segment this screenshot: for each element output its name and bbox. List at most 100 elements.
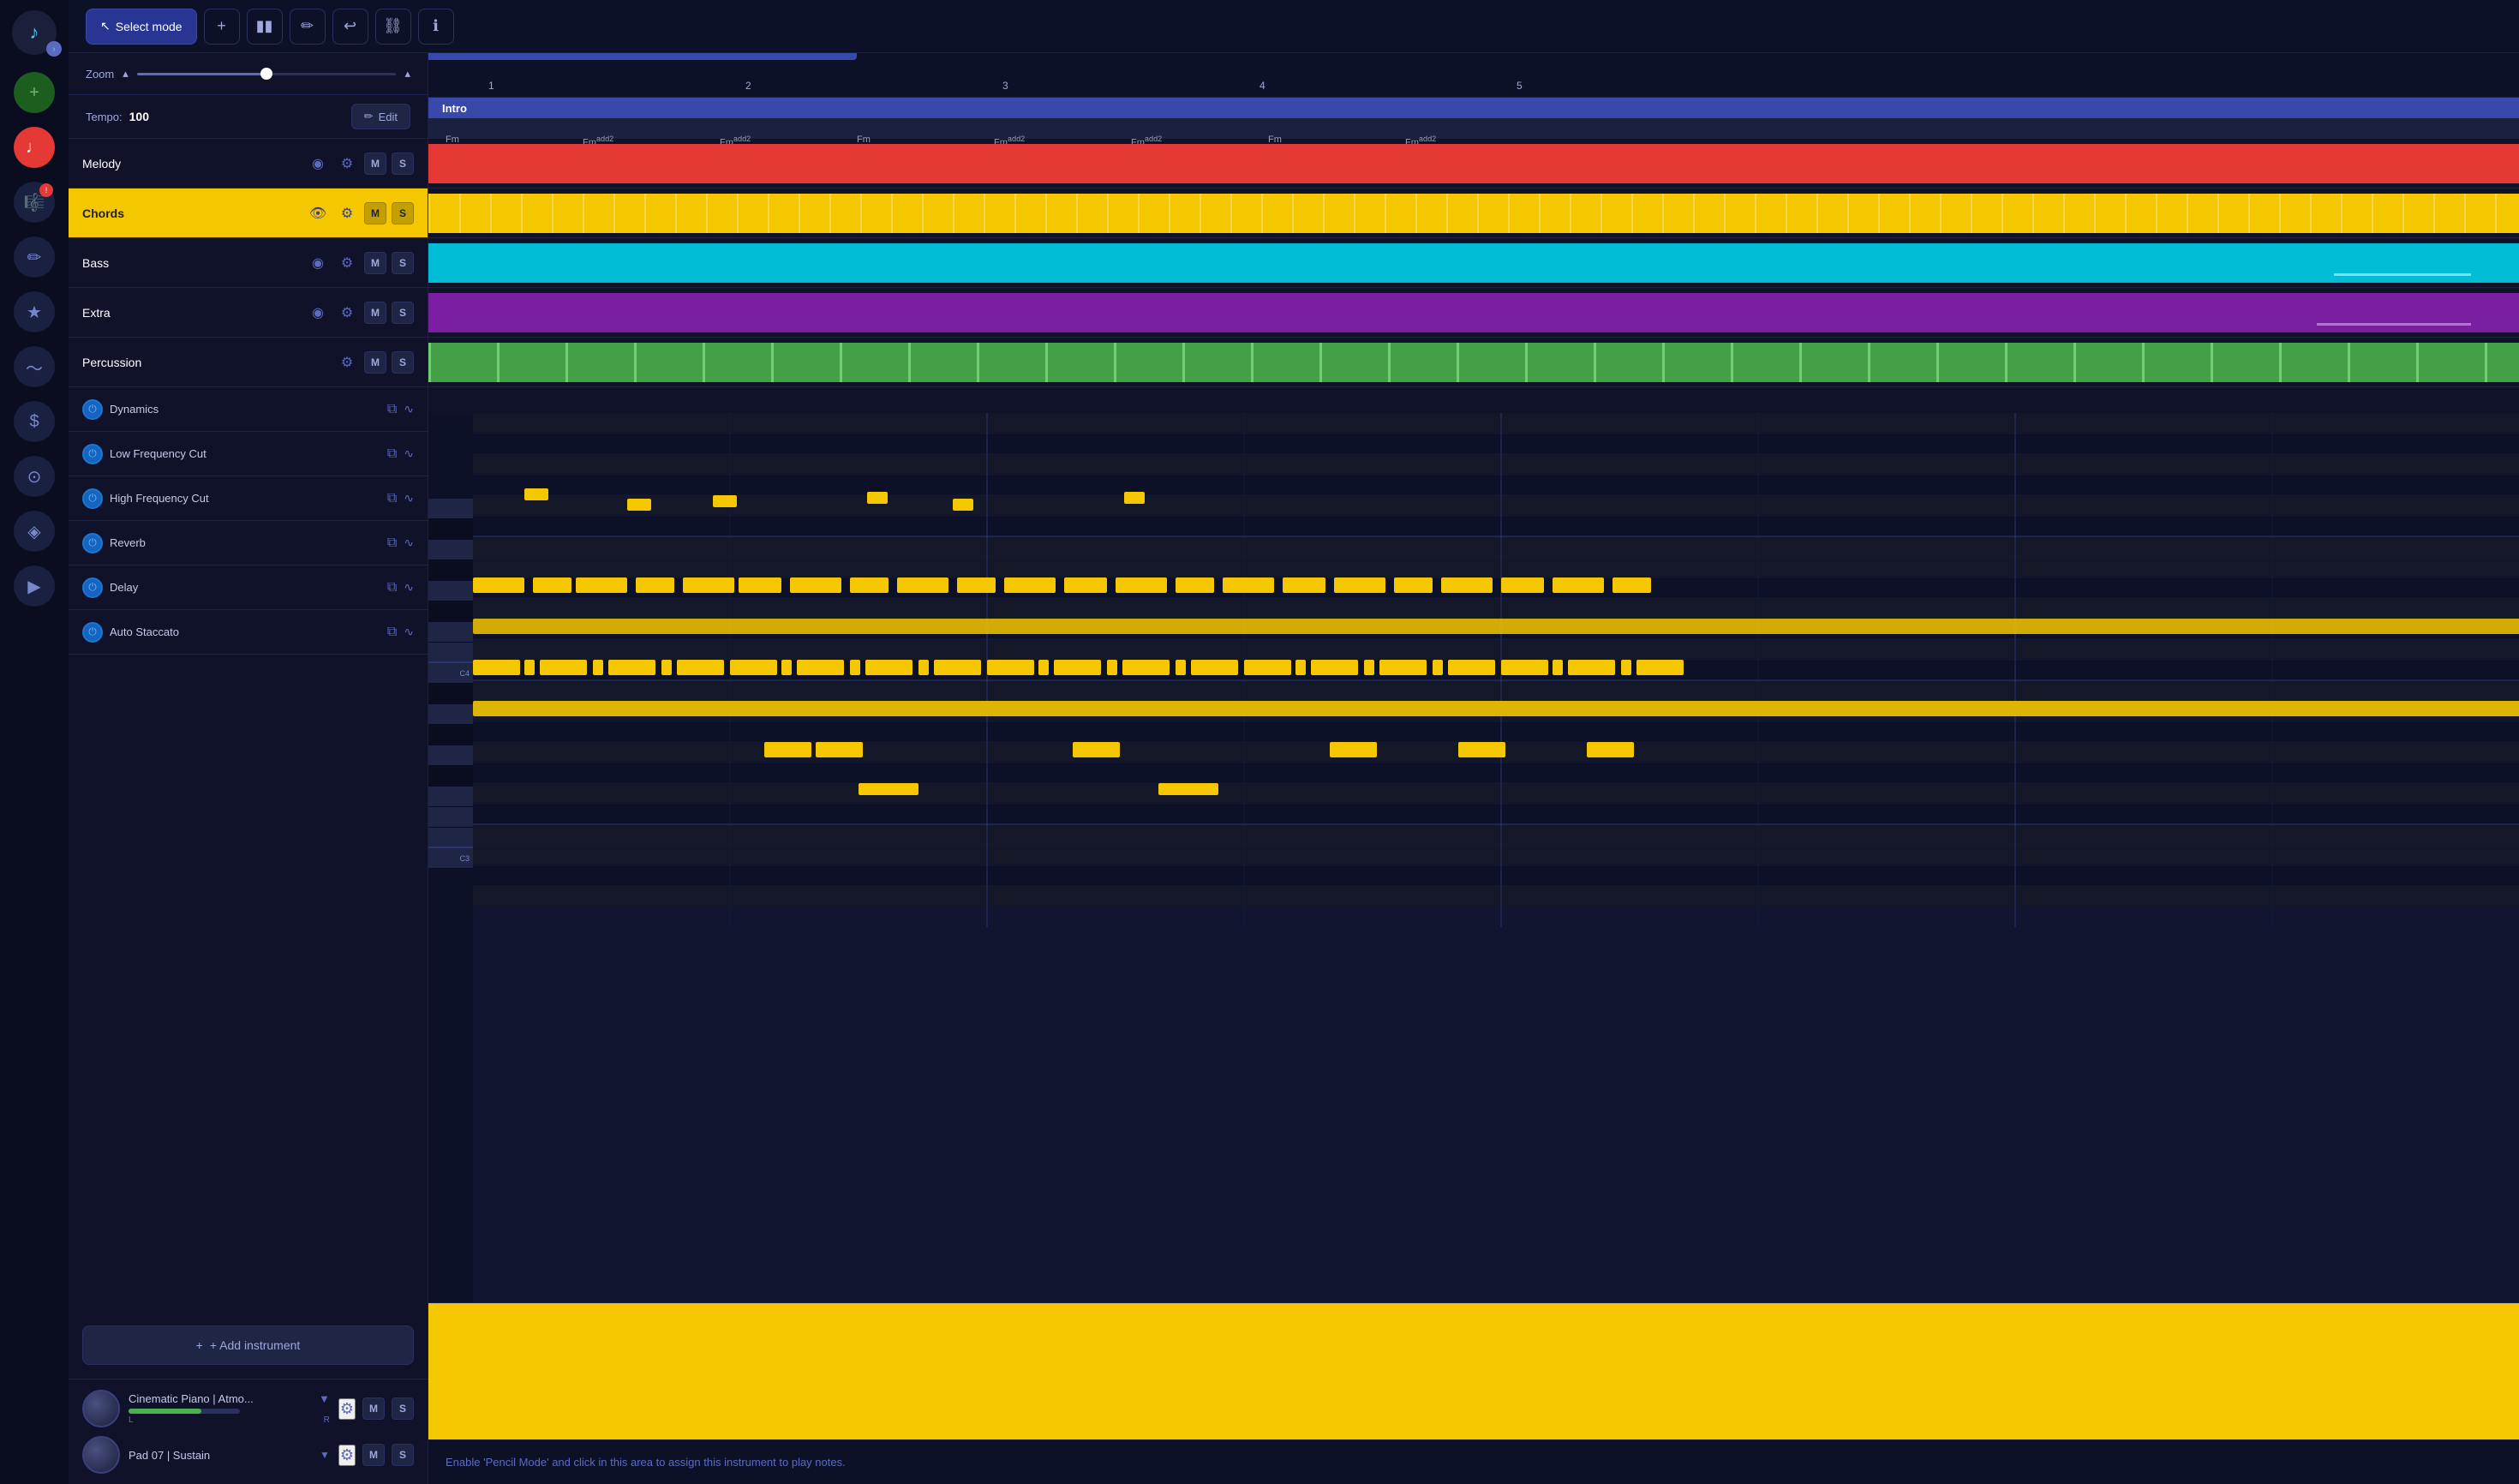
staccato-copy-icon[interactable]: ⧉ [387,625,397,640]
pad-dropdown-icon[interactable]: ▼ [320,1449,330,1461]
extra-track-row[interactable]: Extra ◉ ⚙ M S [69,288,428,338]
delay-graph-icon[interactable]: ∿ [404,580,414,595]
extra-visibility-icon[interactable]: ◉ [306,301,330,325]
piano-grid-area[interactable] [473,413,2519,1302]
piano-key-gb4 [428,601,473,622]
bars-button[interactable]: ▮▮ [247,9,283,45]
sidebar-pen-btn[interactable]: ✏ [14,236,55,278]
low-freq-graph-icon[interactable]: ∿ [404,446,414,461]
zoom-down-icon[interactable]: ▴ [123,67,129,81]
reverb-graph-icon[interactable]: ∿ [404,536,414,550]
edit-button[interactable]: ✏ Edit [351,104,410,129]
link-button[interactable]: ⛓ [375,9,411,45]
status-text: Enable 'Pencil Mode' and click in this a… [446,1456,846,1469]
sidebar-star-btn[interactable]: ★ [14,291,55,332]
delay-power-btn[interactable]: ⏻ [82,577,103,598]
add-instrument-button[interactable]: + + Add instrument [82,1325,414,1365]
zoom-label: Zoom [86,68,114,81]
select-mode-button[interactable]: ↖ Select mode [86,9,197,45]
reverb-power-btn[interactable]: ⏻ [82,533,103,554]
add-button[interactable]: + [204,9,240,45]
sidebar-wave-btn[interactable]: 〜 [14,346,55,387]
sidebar-play-btn[interactable]: ▶ [14,565,55,607]
settings-icon[interactable]: ⚙ [335,152,359,176]
instrument-name-row: Cinematic Piano | Atmo... ▼ L R ⚙ [82,1390,414,1427]
low-freq-copy-icon[interactable]: ⧉ [387,446,397,462]
high-freq-graph-icon[interactable]: ∿ [404,491,414,506]
delay-copy-icon[interactable]: ⧉ [387,580,397,595]
reverb-copy-icon[interactable]: ⧉ [387,536,397,551]
instrument-solo-btn[interactable]: S [392,1397,414,1420]
high-freq-power-btn[interactable]: ⏻ [82,488,103,509]
instrument-volume-fill [129,1409,201,1414]
bass-mute-button[interactable]: M [364,252,386,274]
dynamics-power-btn[interactable]: ⏻ [82,399,103,420]
notification-badge: ! [39,183,53,197]
instrument-volume[interactable] [129,1409,240,1414]
percussion-mute-button[interactable]: M [364,351,386,374]
piano-key-ab4 [428,560,473,581]
pad-solo-btn[interactable]: S [392,1444,414,1466]
sidebar-add-btn[interactable]: + [14,72,55,113]
undo-button[interactable]: ↩ [332,9,368,45]
chords-solo-button[interactable]: S [392,202,414,224]
zoom-row: Zoom ▴ ▴ [69,53,428,95]
logo-icon: ♪ [30,21,39,44]
percussion-track-row[interactable]: Percussion ⚙ M S [69,338,428,387]
instrument-gear-icon[interactable]: ⚙ [338,1398,356,1420]
info-button[interactable]: ℹ [418,9,454,45]
dynamics-row: ⏻ Dynamics ⧉ ∿ [69,387,428,432]
chords-eye-icon[interactable]: 👁 [306,201,330,225]
reverb-row: ⏻ Reverb ⧉ ∿ [69,521,428,565]
percussion-gear-icon[interactable]: ⚙ [335,350,359,374]
track-row[interactable]: Melody ◉ ⚙ M S [69,139,428,188]
high-freq-copy-icon[interactable]: ⧉ [387,491,397,506]
expand-btn[interactable]: › [46,41,62,57]
instrument-dropdown-icon[interactable]: ▼ [319,1392,330,1405]
sidebar-discord-btn[interactable]: ◈ [14,511,55,552]
beat-1: 1 [488,80,494,92]
chords-gear-icon[interactable]: ⚙ [335,201,359,225]
toolbar: ↖ Select mode + ▮▮ ✏ ↩ ⛓ ℹ [69,0,2519,53]
bass-track-row[interactable]: Bass ◉ ⚙ M S [69,238,428,288]
instrument-mute-btn[interactable]: M [362,1397,385,1420]
instrument-knob[interactable] [82,1390,120,1427]
extra-solo-button[interactable]: S [392,302,414,324]
zoom-slider[interactable] [137,73,397,75]
piano-key-a4 [428,540,473,560]
sidebar-clock-btn[interactable]: ⊙ [14,456,55,497]
bass-solo-button[interactable]: S [392,252,414,274]
solo-button[interactable]: S [392,153,414,175]
chords-track-row[interactable]: Chords 👁 ⚙ M S [69,188,428,238]
pad-mute-btn[interactable]: M [362,1444,385,1466]
mute-button[interactable]: M [364,153,386,175]
extra-mute-button[interactable]: M [364,302,386,324]
staccato-power-btn[interactable]: ⏻ [82,622,103,643]
staccato-graph-icon[interactable]: ∿ [404,625,414,639]
arrange-chords-track[interactable] [428,188,2519,238]
bass-gear-icon[interactable]: ⚙ [335,251,359,275]
pad-knob[interactable] [82,1436,120,1474]
sidebar-midi-btn[interactable]: 🎼 ! [14,182,55,223]
sidebar-piano-btn[interactable]: ♩ [14,127,55,168]
extra-gear-icon[interactable]: ⚙ [335,301,359,325]
piano-key-g3 [428,766,473,787]
piano-key-bb3 [428,704,473,725]
sidebar-dollar-btn[interactable]: $ [14,401,55,442]
bass-visibility-icon[interactable]: ◉ [306,251,330,275]
chords-pattern [428,194,2519,233]
dynamics-graph-icon[interactable]: ∿ [404,402,414,416]
delay-name: Delay [110,581,380,594]
percussion-solo-button[interactable]: S [392,351,414,374]
zoom-up-icon[interactable]: ▴ [404,67,410,81]
chords-mute-button[interactable]: M [364,202,386,224]
left-panel: Zoom ▴ ▴ Tempo: 100 ✏ Edit Melody [69,53,428,1484]
chords-fill [428,194,2519,233]
chords-track-name: Chords [82,206,299,220]
pad-gear-icon[interactable]: ⚙ [338,1445,356,1466]
pencil-button[interactable]: ✏ [290,9,326,45]
visibility-icon[interactable]: ◉ [306,152,330,176]
low-freq-cut-row: ⏻ Low Frequency Cut ⧉ ∿ [69,432,428,476]
low-freq-power-btn[interactable]: ⏻ [82,444,103,464]
dynamics-copy-icon[interactable]: ⧉ [387,402,397,417]
